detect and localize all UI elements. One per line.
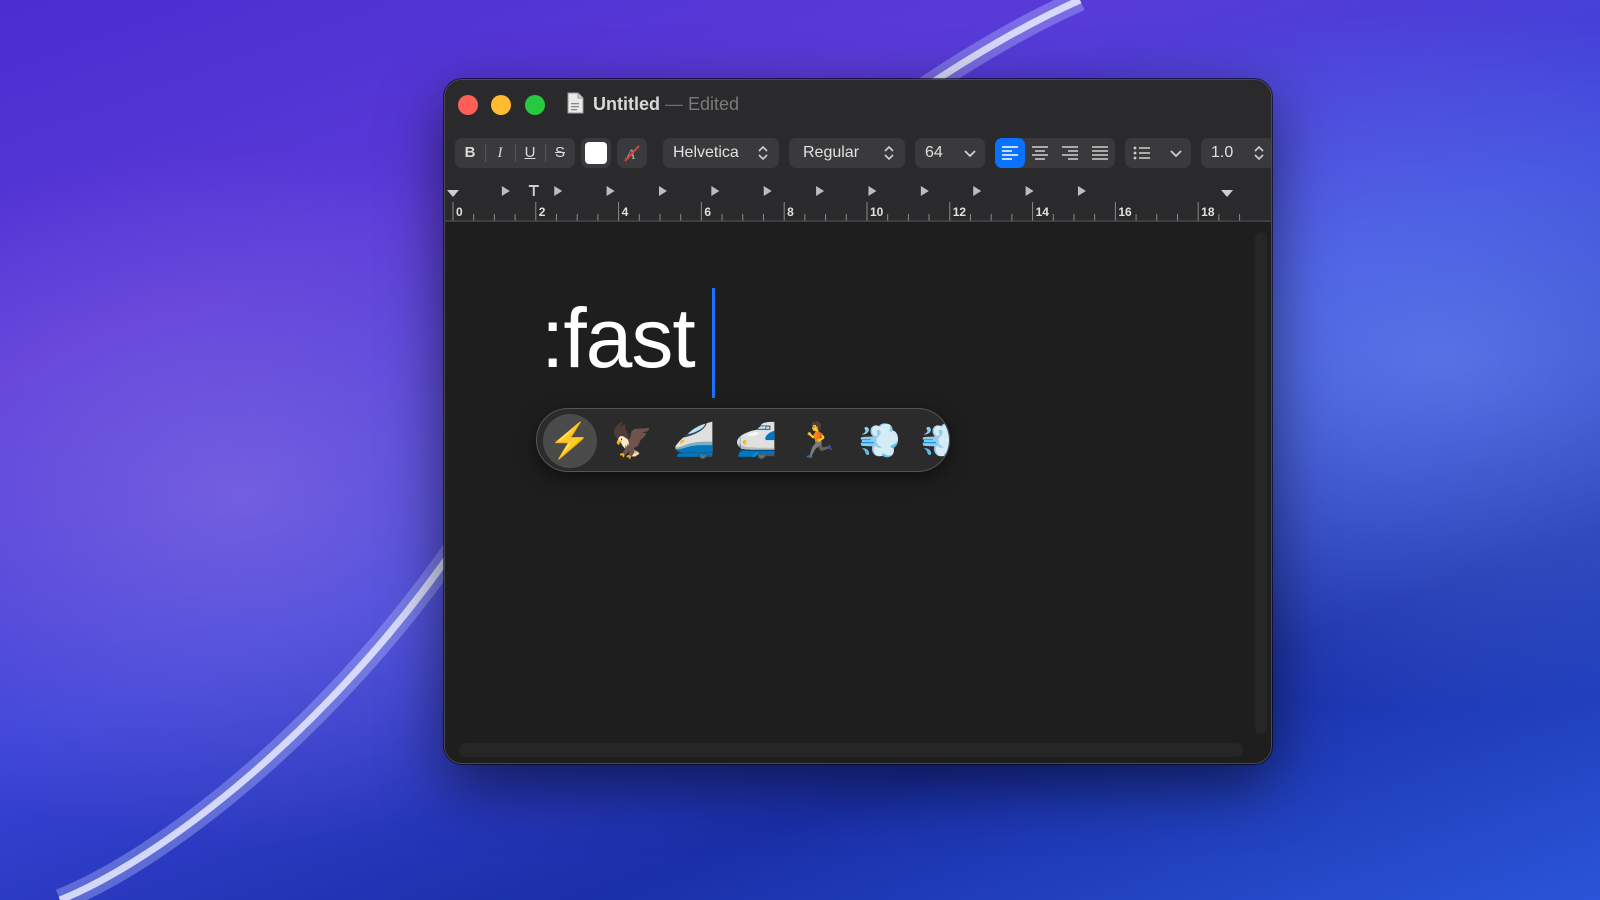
bold-button[interactable]: B (455, 138, 485, 168)
tab-stop-marker[interactable] (920, 186, 929, 197)
text-color-well[interactable] (581, 138, 611, 168)
font-size-value: 64 (925, 144, 943, 161)
align-center-icon[interactable] (1031, 145, 1049, 161)
emoji-high-speed-train[interactable]: 🚄 (667, 414, 721, 468)
up-down-chevron-icon (1254, 145, 1264, 161)
tab-stop-marker[interactable] (763, 186, 772, 197)
line-spacing-select[interactable]: 1.0 (1201, 138, 1271, 168)
ruler-label: 8 (787, 205, 794, 219)
ruler-label: 6 (704, 205, 711, 219)
horizontal-scrollbar[interactable] (459, 743, 1243, 757)
align-right-icon[interactable] (1061, 145, 1079, 161)
emoji-dashing-away[interactable]: 💨 (853, 414, 907, 468)
text-caret (712, 288, 715, 398)
font-style-select[interactable]: Regular (789, 138, 905, 168)
title-separator: — (665, 94, 684, 114)
tab-stop-marker[interactable] (1025, 186, 1034, 197)
ruler-label: 18 (1201, 205, 1215, 219)
up-down-chevron-icon (758, 145, 768, 161)
font-size-combo[interactable]: 64 (915, 138, 985, 168)
zoom-button[interactable] (525, 95, 545, 115)
font-style-value: Regular (803, 144, 860, 161)
document-text[interactable]: :fast (541, 290, 696, 386)
text-color-swatch (585, 142, 607, 164)
tab-stop-marker[interactable] (816, 186, 825, 197)
no-color-icon: A (624, 145, 640, 163)
font-family-select[interactable]: Helvetica (663, 138, 779, 168)
align-left-icon[interactable] (1001, 145, 1019, 161)
font-family-value: Helvetica (673, 144, 739, 161)
alignment-group (995, 138, 1115, 168)
emoji-partial-next[interactable]: 💨 (915, 414, 949, 468)
ruler-label: 10 (870, 205, 884, 219)
emoji-high-voltage[interactable]: ⚡ (543, 414, 597, 468)
vertical-scrollbar[interactable] (1255, 232, 1267, 734)
tab-stop-marker[interactable] (606, 186, 615, 197)
ruler-label: 0 (456, 205, 463, 219)
ruler-label: 4 (622, 205, 629, 219)
chevron-down-icon (1170, 150, 1182, 158)
emoji-suggestions: ⚡🦅🚄🚅🏃💨💨 (536, 408, 950, 472)
list-style-select[interactable] (1125, 138, 1191, 168)
ruler-label: 12 (953, 205, 967, 219)
textedit-window: Untitled — Edited B I U S A (444, 79, 1272, 764)
ruler[interactable]: 0 2 4 6 8 10 12 14 16 18 (445, 180, 1271, 222)
emoji-person-running[interactable]: 🏃 (791, 414, 845, 468)
italic-button[interactable]: I (485, 138, 515, 168)
document-name: Untitled (593, 94, 660, 114)
document-area[interactable]: :fast ⚡🦅🚄🚅🏃💨💨 (445, 222, 1271, 763)
window-title: Untitled — Edited (593, 93, 739, 115)
tab-stop-marker[interactable] (501, 186, 510, 197)
ruler-label: 16 (1118, 205, 1132, 219)
justify-icon[interactable] (1091, 145, 1109, 161)
tab-stop-marker[interactable] (868, 186, 877, 197)
tab-stop-marker[interactable] (973, 186, 982, 197)
underline-button[interactable]: U (515, 138, 545, 168)
emoji-eagle[interactable]: 🦅 (605, 414, 659, 468)
ruler-label: 2 (539, 205, 546, 219)
emoji-bullet-train[interactable]: 🚅 (729, 414, 783, 468)
text-style-group: B I U S (455, 138, 575, 168)
document-icon (567, 92, 584, 114)
format-toolbar: B I U S A Helvetica (455, 138, 1271, 168)
edit-status: Edited (688, 94, 740, 114)
chevron-down-icon (964, 150, 976, 158)
up-down-chevron-icon (884, 145, 894, 161)
strikethrough-button[interactable]: S (545, 138, 575, 168)
bullet-list-icon (1133, 146, 1150, 160)
tab-stop-marker[interactable] (658, 186, 667, 197)
tab-stop-marker[interactable] (554, 186, 563, 197)
tab-stop-marker[interactable] (1077, 186, 1086, 197)
line-spacing-value: 1.0 (1211, 144, 1234, 161)
ruler-label: 14 (1036, 205, 1050, 219)
close-button[interactable] (458, 95, 478, 115)
background-color-well[interactable]: A (617, 138, 647, 168)
minimize-button[interactable] (491, 95, 511, 115)
tab-stop-marker[interactable] (711, 186, 720, 197)
